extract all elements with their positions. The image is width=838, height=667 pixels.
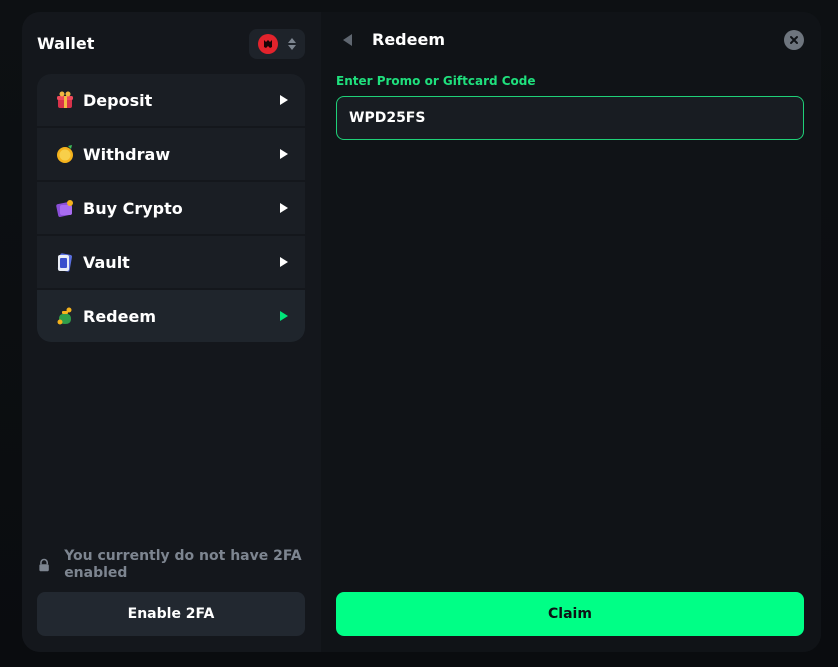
twofa-notice-text: You currently do not have 2FA enabled (64, 548, 302, 581)
sidebar-item-vault[interactable]: Vault (37, 236, 305, 288)
promo-code-input[interactable] (336, 96, 804, 140)
coin-icon (53, 142, 77, 166)
wallet-sidebar: Wallet Deposit Withdraw Buy Crypto Vault… (22, 12, 321, 652)
sidebar-item-redeem[interactable]: Redeem (37, 290, 305, 342)
currency-select[interactable] (249, 29, 305, 59)
red-coin-icon (258, 34, 278, 54)
claim-button[interactable]: Claim (336, 592, 804, 636)
sidebar-item-label: Withdraw (83, 144, 171, 164)
sidebar-item-label: Redeem (83, 306, 156, 326)
play-arrow-icon (280, 149, 288, 159)
gift-icon (53, 88, 77, 112)
redeem-panel: Redeem Enter Promo or Giftcard Code Clai… (321, 12, 821, 652)
money-bag-icon (53, 304, 77, 328)
close-icon (790, 36, 798, 44)
wallet-menu: Deposit Withdraw Buy Crypto Vault Redeem (37, 74, 305, 342)
vault-card-icon (53, 250, 77, 274)
play-arrow-icon (280, 257, 288, 267)
play-arrow-icon (280, 311, 288, 321)
page-title: Redeem (372, 30, 445, 49)
sidebar-item-label: Vault (83, 252, 130, 272)
wallet-modal: Wallet Deposit Withdraw Buy Crypto Vault… (22, 12, 821, 652)
play-arrow-icon (280, 203, 288, 213)
lock-icon (39, 558, 49, 572)
purple-wallet-icon (53, 196, 77, 220)
wallet-title: Wallet (37, 34, 95, 53)
chevron-updown-icon (288, 38, 296, 50)
sidebar-item-withdraw[interactable]: Withdraw (37, 128, 305, 180)
play-arrow-icon (280, 95, 288, 105)
sidebar-item-deposit[interactable]: Deposit (37, 74, 305, 126)
promo-code-label: Enter Promo or Giftcard Code (336, 74, 536, 88)
twofa-notice: You currently do not have 2FA enabled (37, 548, 305, 582)
sidebar-item-buy-crypto[interactable]: Buy Crypto (37, 182, 305, 234)
sidebar-item-label: Buy Crypto (83, 198, 183, 218)
close-button[interactable] (784, 30, 804, 50)
back-arrow-icon[interactable] (343, 34, 352, 46)
sidebar-item-label: Deposit (83, 90, 153, 110)
enable-2fa-button[interactable]: Enable 2FA (37, 592, 305, 636)
